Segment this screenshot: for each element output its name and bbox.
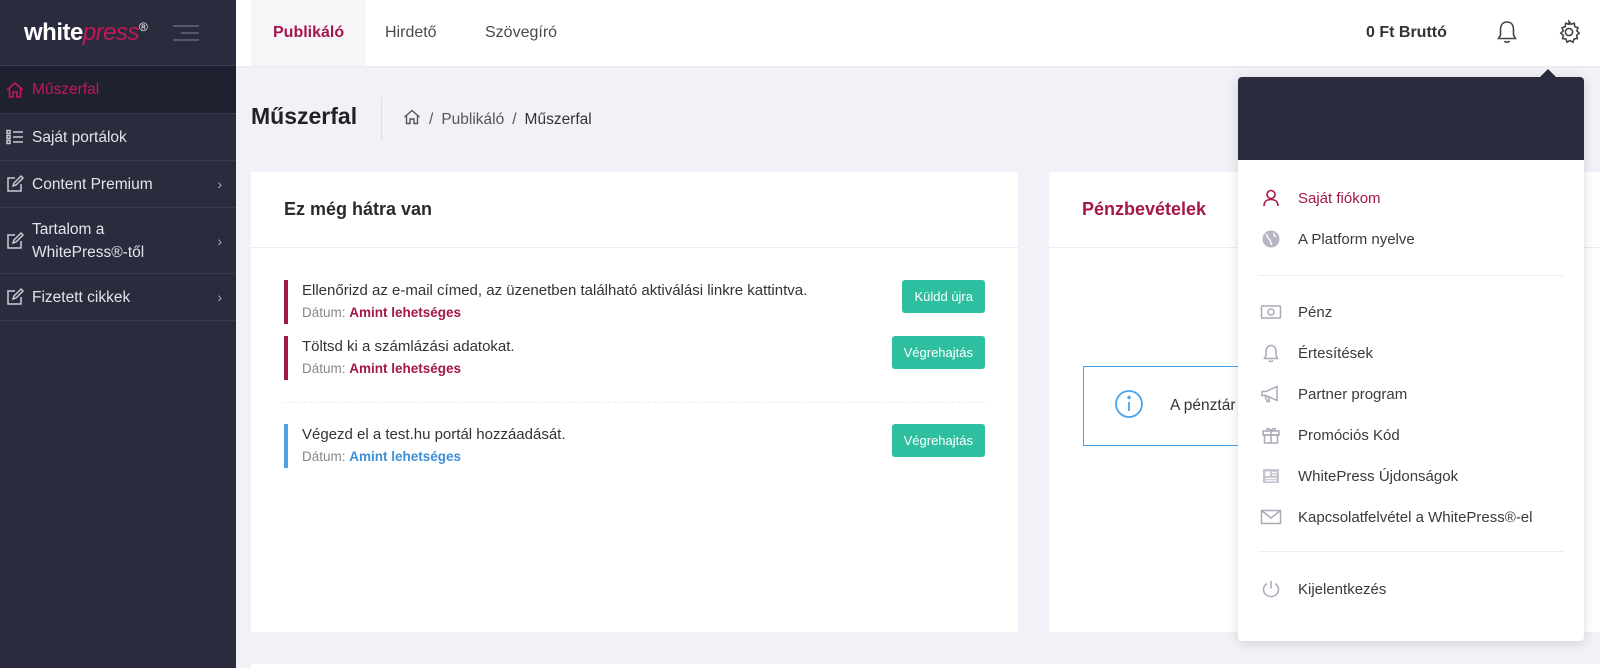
todo-card: Ez még hátra van Ellenőrizd az e-mail cí… [251, 172, 1018, 632]
menu-item-partner-program[interactable]: Partner program [1260, 383, 1407, 405]
money-icon [1260, 301, 1282, 323]
mail-icon [1260, 506, 1282, 528]
dropdown-header [1238, 77, 1584, 160]
task-date: Amint lehetséges [349, 361, 462, 376]
menu-item-sajat-fiokom[interactable]: Saját fiókom [1260, 187, 1381, 209]
execute-button[interactable]: Végrehajtás [891, 336, 985, 369]
edit-icon [4, 174, 26, 194]
menu-item-penz[interactable]: Pénz [1260, 301, 1332, 323]
user-icon [1260, 187, 1282, 209]
gift-icon [1260, 424, 1282, 446]
menu-item-ertesitesek[interactable]: Értesítések [1260, 342, 1373, 364]
balance-display[interactable]: 0 Ft Bruttó [1366, 0, 1447, 66]
menu-item-ujdonsagok[interactable]: WhitePress Újdonságok [1260, 465, 1458, 487]
breadcrumb-separator: / [512, 110, 517, 128]
sidebar-item-content-premium[interactable]: Content Premium › [0, 161, 236, 208]
chevron-right-icon: › [217, 232, 222, 249]
sidebar: whitepress® Műszerfal Saját portálok Con… [0, 0, 236, 668]
task-item: Ellenőrizd az e-mail címed, az üzenetben… [284, 280, 984, 324]
task-item: Töltsd ki a számlázási adatokat. Dátum: … [284, 336, 984, 380]
execute-button[interactable]: Végrehajtás [891, 424, 985, 457]
menu-divider [1258, 551, 1564, 552]
home-icon[interactable] [403, 108, 421, 131]
task-date: Amint lehetséges [349, 449, 462, 464]
menu-divider [1258, 275, 1564, 276]
bottom-card [251, 664, 1600, 668]
sidebar-item-sajat-portalok[interactable]: Saját portálok [0, 114, 236, 161]
logo-bar: whitepress® [0, 0, 236, 66]
info-icon [1114, 389, 1144, 424]
list-icon [4, 127, 26, 147]
task-text: Töltsd ki a számlázási adatokat. [302, 338, 515, 355]
breadcrumb-link-publikalo[interactable]: Publikáló [441, 111, 504, 129]
page-title: Műszerfal [251, 103, 358, 129]
income-card-title: Pénzbevételek [1082, 199, 1207, 219]
whitepress-logo[interactable]: whitepress® [24, 19, 148, 47]
task-text: Ellenőrizd az e-mail címed, az üzenetben… [302, 282, 808, 299]
home-icon [4, 80, 26, 100]
tab-szovegiro[interactable]: Szövegíró [485, 0, 557, 66]
menu-toggle-icon[interactable] [173, 24, 200, 41]
edit-icon [4, 231, 26, 251]
top-bar: Publikáló Hirdető Szövegíró 0 Ft Bruttó [236, 0, 1600, 66]
breadcrumb-separator: / [429, 110, 434, 128]
bell-icon [1260, 342, 1282, 364]
resend-button[interactable]: Küldd újra [902, 280, 985, 313]
sidebar-item-muszerfal[interactable]: Műszerfal [0, 66, 236, 114]
tab-publikalo[interactable]: Publikáló [251, 0, 367, 66]
breadcrumb: / Publikáló / Műszerfal [403, 108, 592, 131]
header-divider [381, 97, 382, 139]
menu-item-promocios-kod[interactable]: Promóciós Kód [1260, 424, 1400, 446]
menu-item-platform-nyelve[interactable]: A Platform nyelve [1260, 228, 1415, 250]
task-date: Amint lehetséges [349, 305, 462, 320]
sidebar-item-fizetett-cikkek[interactable]: Fizetett cikkek › [0, 274, 236, 321]
task-item: Végezd el a test.hu portál hozzáadását. … [284, 424, 984, 468]
gear-icon[interactable] [1550, 13, 1588, 51]
power-icon [1260, 578, 1282, 600]
task-text: Végezd el a test.hu portál hozzáadását. [302, 426, 566, 443]
menu-item-kijelentkezes[interactable]: Kijelentkezés [1260, 578, 1386, 600]
megaphone-icon [1260, 383, 1282, 405]
bell-icon[interactable] [1488, 13, 1526, 51]
edit-icon [4, 287, 26, 307]
info-text: A pénztár [1170, 397, 1236, 414]
chevron-right-icon: › [217, 176, 222, 192]
tab-hirdeto[interactable]: Hirdető [385, 0, 437, 66]
info-alert: A pénztár [1083, 366, 1243, 446]
breadcrumb-current: Műszerfal [524, 110, 592, 128]
menu-item-kapcsolatfelvetel[interactable]: Kapcsolatfelvétel a WhitePress®-el [1260, 506, 1533, 528]
account-dropdown: Saját fiókom A Platform nyelve Pénz Érte… [1238, 77, 1584, 641]
news-icon [1260, 465, 1282, 487]
sidebar-item-tartalom[interactable]: Tartalom a WhitePress®-től › [0, 208, 236, 274]
globe-icon [1260, 228, 1282, 250]
todo-card-header: Ez még hátra van [251, 172, 1018, 248]
todo-card-title: Ez még hátra van [284, 199, 433, 219]
task-divider [284, 402, 985, 403]
chevron-right-icon: › [217, 289, 222, 305]
